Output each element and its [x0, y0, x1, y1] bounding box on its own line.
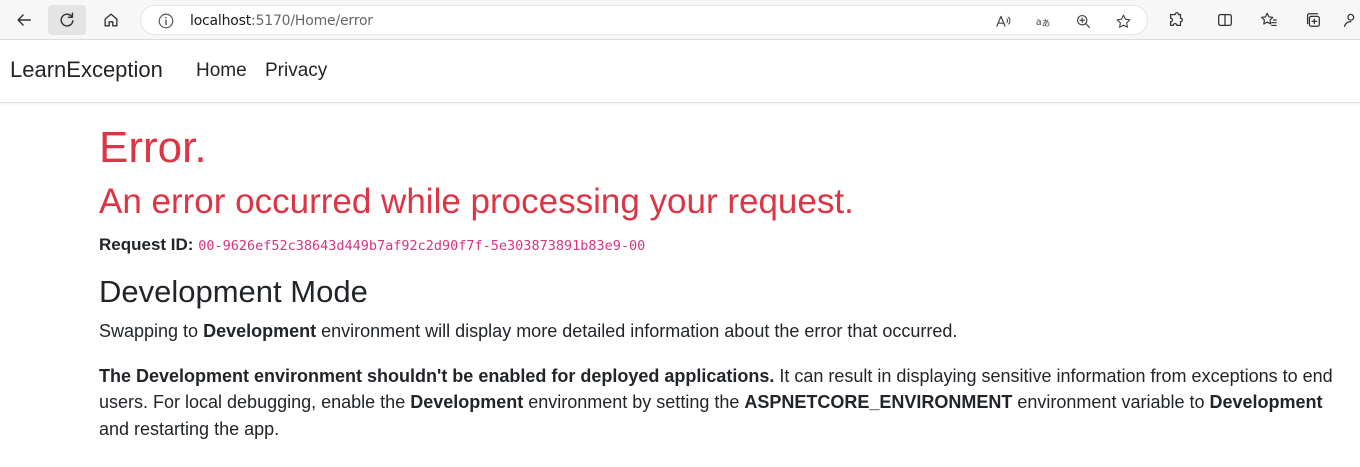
svg-text:あ: あ: [1041, 18, 1050, 28]
back-button[interactable]: [5, 5, 43, 35]
error-title: Error.: [99, 123, 207, 172]
brand-link[interactable]: LearnException: [10, 57, 163, 83]
read-aloud-button[interactable]: [993, 12, 1013, 30]
info-icon[interactable]: [157, 12, 175, 30]
dev-mode-paragraph-2: The Development environment shouldn't be…: [99, 363, 1339, 443]
url-path: :5170/Home/error: [251, 13, 373, 29]
address-bar[interactable]: localhost:5170/Home/error aあ: [140, 5, 1148, 35]
profile-button[interactable]: [1338, 5, 1360, 35]
extensions-button[interactable]: [1157, 5, 1195, 35]
translate-icon: aあ: [1035, 16, 1050, 28]
request-id-line: Request ID: 00-9626ef52c38643d449b7af92c…: [99, 233, 1339, 258]
site-navbar: LearnException Home Privacy: [0, 40, 1360, 103]
profile-icon: [1343, 13, 1355, 27]
zoom-button[interactable]: [1073, 12, 1093, 30]
collections-icon: [1306, 13, 1320, 27]
back-icon: [17, 14, 32, 26]
p2-bold-development-2: Development: [1209, 392, 1323, 412]
split-screen-icon: [1218, 13, 1232, 27]
home-icon: [104, 13, 118, 27]
p1-text-c: environment will display more detailed i…: [316, 321, 958, 341]
request-id-value: 00-9626ef52c38643d449b7af92c2d90f7f-5e30…: [198, 238, 646, 254]
favorite-button[interactable]: [1113, 12, 1133, 30]
dev-mode-paragraph-1: Swapping to Development environment will…: [99, 318, 1339, 345]
p1-bold-development: Development: [203, 321, 317, 341]
p2-text-d: environment by setting the: [523, 392, 745, 412]
p2-text-f: environment variable to: [1012, 392, 1210, 412]
nav-link-privacy[interactable]: Privacy: [265, 60, 327, 82]
home-button[interactable]: [92, 5, 130, 35]
main-content: Error. An error occurred while processin…: [99, 122, 1339, 442]
refresh-icon: [60, 12, 74, 27]
p2-bold-warning: The Development environment shouldn't be…: [99, 365, 775, 386]
extensions-icon: [1169, 12, 1183, 27]
translate-button[interactable]: aあ: [1033, 12, 1053, 30]
browser-toolbar: localhost:5170/Home/error aあ: [0, 0, 1360, 40]
svg-text:a: a: [1035, 16, 1041, 27]
error-subtitle: An error occurred while processing your …: [99, 182, 854, 221]
request-id-label: Request ID:: [99, 235, 194, 254]
dev-mode-heading: Development Mode: [99, 274, 368, 309]
nav-link-home[interactable]: Home: [196, 60, 247, 82]
favorite-star-icon: [1116, 14, 1130, 28]
favorites-icon: [1261, 12, 1277, 26]
collections-button[interactable]: [1294, 5, 1332, 35]
favorites-button[interactable]: [1250, 5, 1288, 35]
read-aloud-icon: [995, 15, 1010, 27]
split-screen-button[interactable]: [1206, 5, 1244, 35]
refresh-button[interactable]: [48, 5, 86, 35]
p2-bold-development-1: Development: [410, 392, 524, 412]
p2-text-h: and restarting the app.: [99, 418, 280, 439]
zoom-icon: [1076, 14, 1090, 28]
p1-text-a: Swapping to: [99, 321, 204, 341]
url-host: localhost: [190, 13, 252, 29]
p2-bold-env-var: ASPNETCORE_ENVIRONMENT: [744, 392, 1013, 412]
url-text[interactable]: localhost:5170/Home/error: [190, 13, 373, 29]
